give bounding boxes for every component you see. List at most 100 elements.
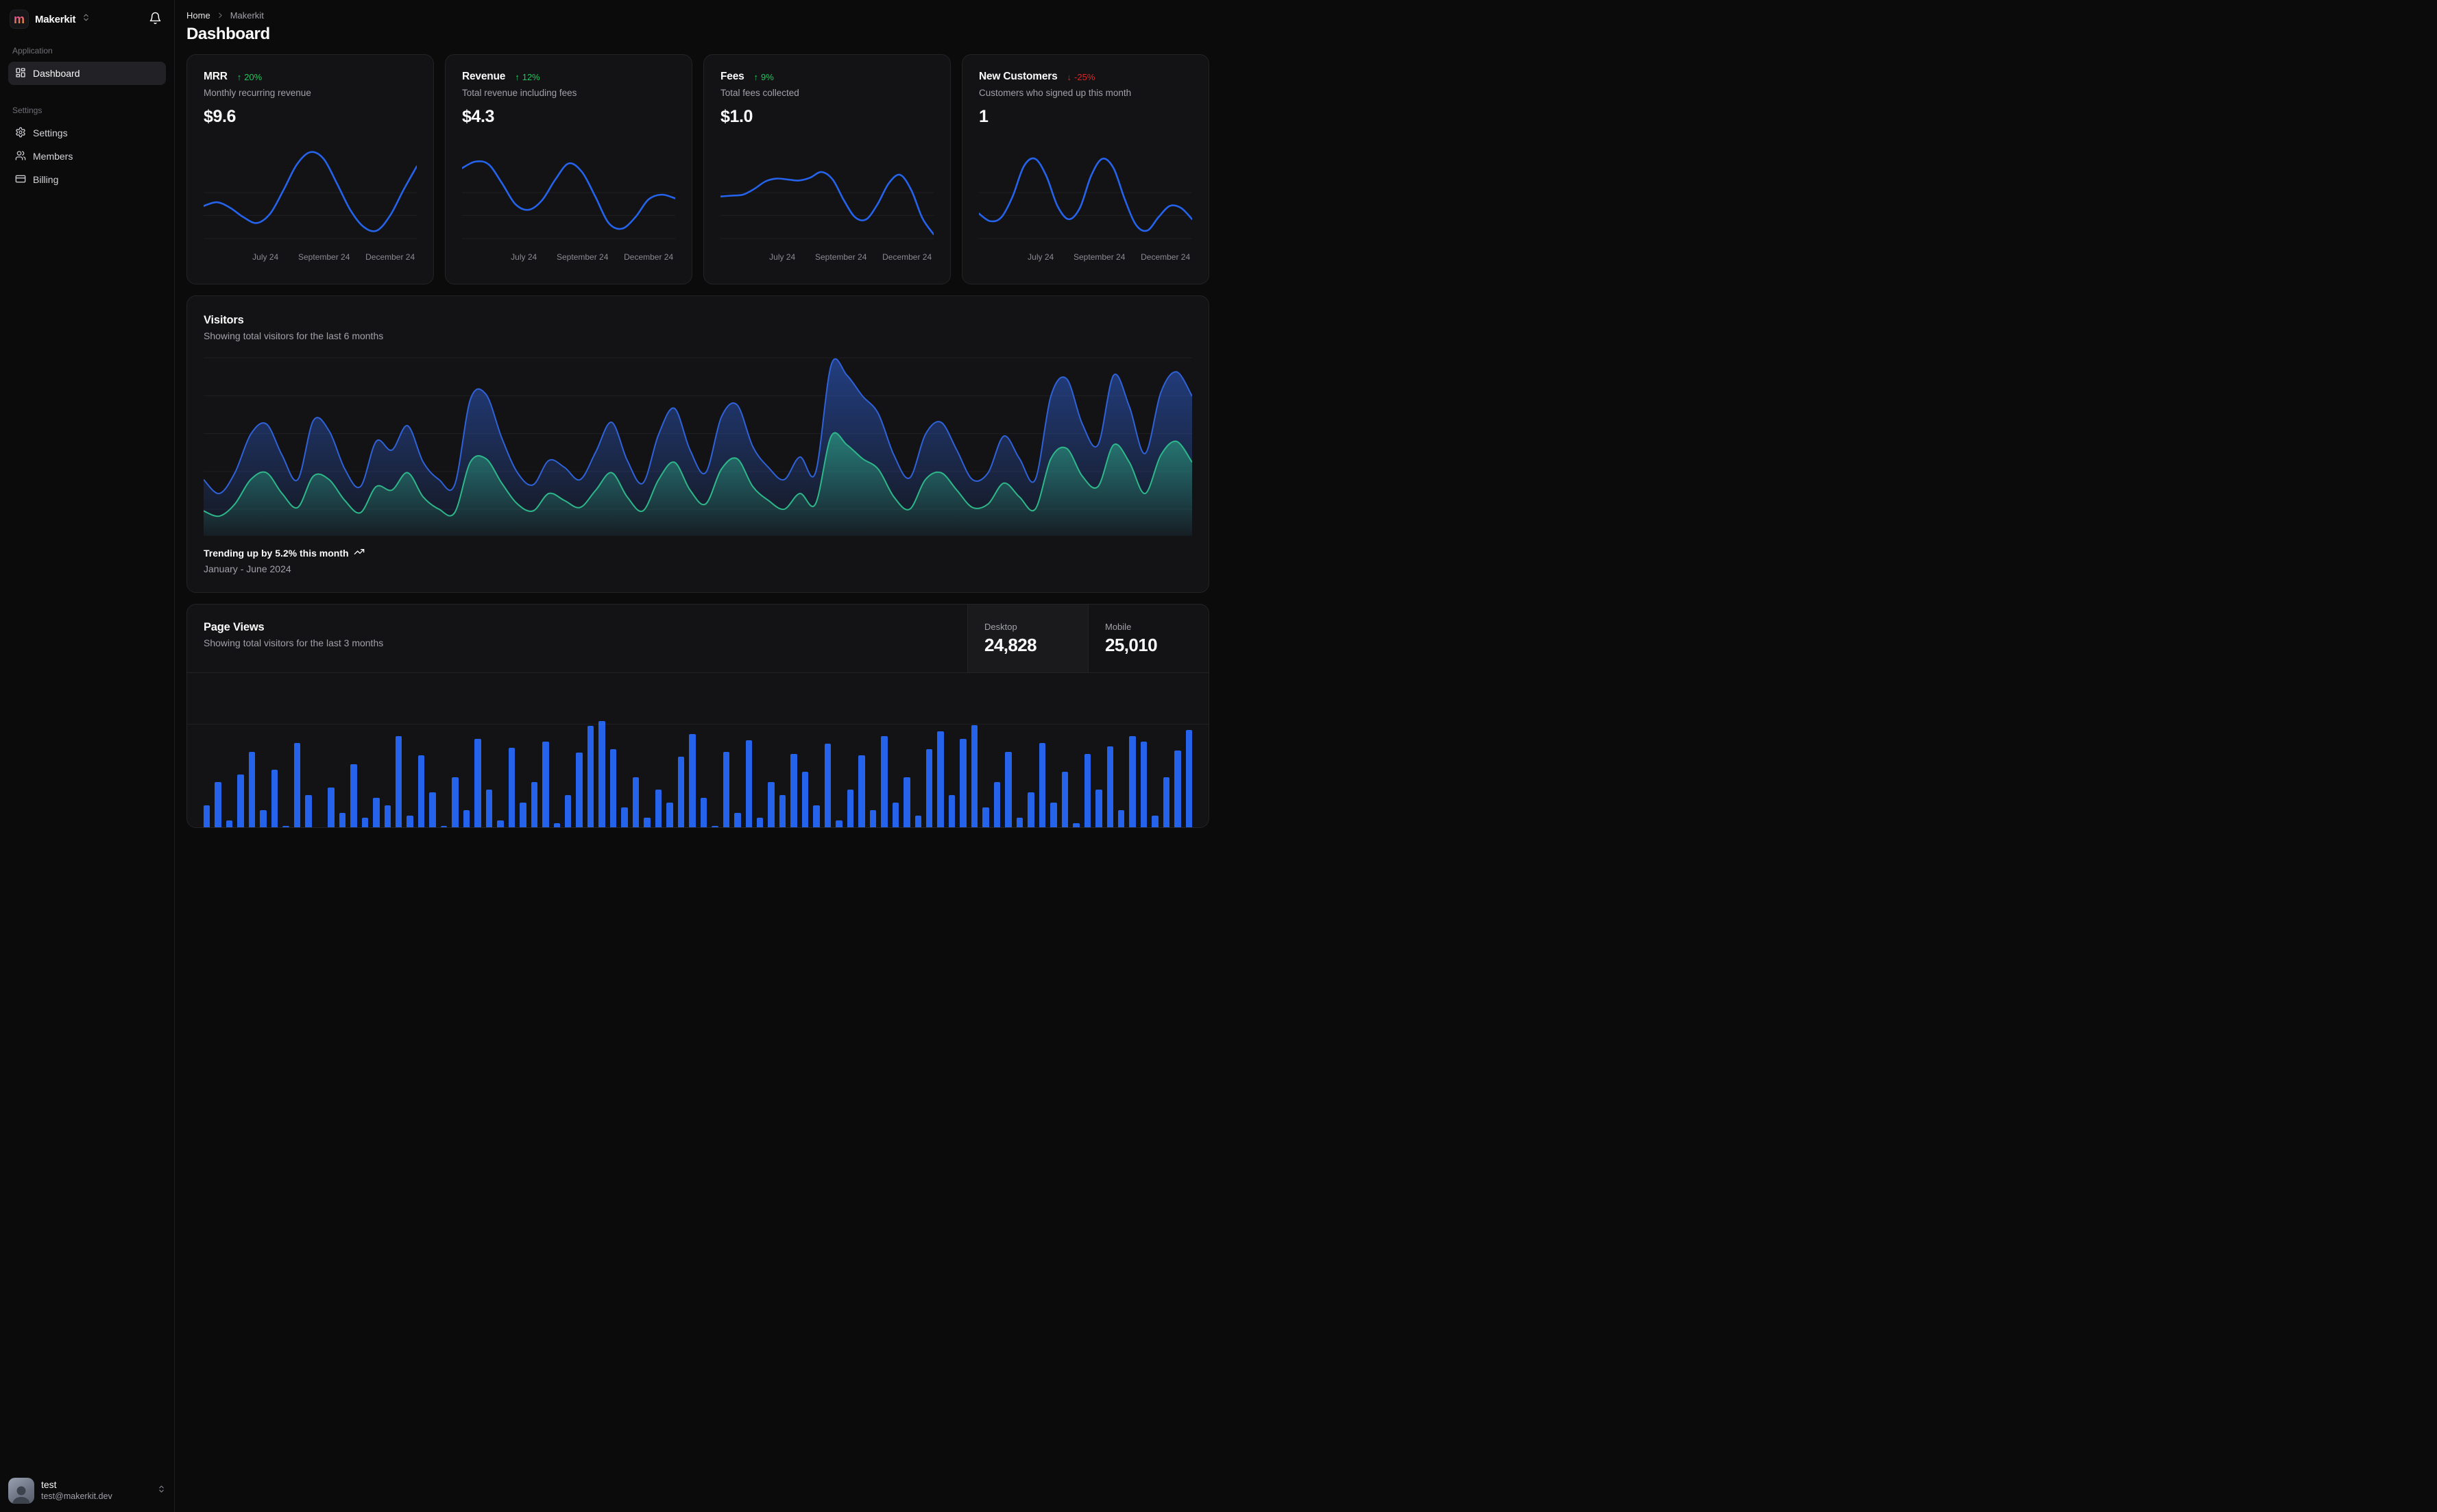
bar[interactable] bbox=[790, 754, 797, 828]
bar[interactable] bbox=[915, 816, 921, 828]
breadcrumb-home-link[interactable]: Home bbox=[186, 10, 210, 21]
bar[interactable] bbox=[429, 792, 435, 828]
tab-desktop[interactable]: Desktop 24,828 bbox=[967, 605, 1088, 672]
bar[interactable] bbox=[587, 726, 594, 828]
bar[interactable] bbox=[1017, 818, 1023, 828]
bar[interactable] bbox=[249, 752, 255, 828]
bar[interactable] bbox=[768, 782, 774, 828]
bar[interactable] bbox=[1084, 754, 1091, 828]
bar[interactable] bbox=[226, 820, 232, 828]
bar[interactable] bbox=[802, 772, 808, 828]
bar[interactable] bbox=[746, 740, 752, 828]
bar[interactable] bbox=[960, 739, 966, 828]
bar[interactable] bbox=[723, 752, 729, 828]
bar[interactable] bbox=[734, 813, 740, 828]
bar[interactable] bbox=[971, 725, 978, 828]
fees-sparkline-chart[interactable] bbox=[720, 143, 934, 247]
bar[interactable] bbox=[520, 803, 526, 828]
new-customers-sparkline-chart[interactable] bbox=[979, 143, 1192, 247]
bar[interactable] bbox=[463, 810, 470, 828]
mrr-sparkline-chart[interactable] bbox=[204, 143, 417, 247]
bar[interactable] bbox=[1005, 752, 1011, 828]
bar[interactable] bbox=[305, 795, 311, 828]
bar[interactable] bbox=[666, 803, 672, 828]
bar[interactable] bbox=[1095, 790, 1102, 828]
bar[interactable] bbox=[825, 744, 831, 828]
bar[interactable] bbox=[881, 736, 887, 828]
bar[interactable] bbox=[689, 734, 695, 828]
sidebar-item-members[interactable]: Members bbox=[8, 145, 166, 168]
bar[interactable] bbox=[1073, 823, 1079, 828]
bar[interactable] bbox=[1152, 816, 1158, 828]
bar[interactable] bbox=[565, 795, 571, 828]
bar[interactable] bbox=[339, 813, 345, 828]
bar[interactable] bbox=[678, 757, 684, 828]
bar[interactable] bbox=[836, 820, 842, 828]
bar[interactable] bbox=[949, 795, 955, 828]
bar[interactable] bbox=[474, 739, 481, 828]
bar[interactable] bbox=[893, 803, 899, 828]
bar[interactable] bbox=[396, 736, 402, 828]
bar[interactable] bbox=[362, 818, 368, 828]
bar[interactable] bbox=[982, 807, 989, 828]
bar[interactable] bbox=[1039, 743, 1045, 828]
user-menu[interactable]: test test@makerkit.dev bbox=[0, 1471, 174, 1512]
bar[interactable] bbox=[294, 743, 300, 828]
bar[interactable] bbox=[385, 805, 391, 828]
bar[interactable] bbox=[1050, 803, 1056, 828]
bar[interactable] bbox=[542, 742, 548, 828]
bar[interactable] bbox=[598, 721, 605, 828]
bar[interactable] bbox=[497, 820, 503, 828]
bar[interactable] bbox=[926, 749, 932, 828]
bar[interactable] bbox=[350, 764, 356, 828]
bar[interactable] bbox=[204, 805, 210, 828]
bar[interactable] bbox=[847, 790, 853, 828]
bar[interactable] bbox=[757, 818, 763, 828]
bar[interactable] bbox=[621, 807, 627, 828]
sidebar-item-billing[interactable]: Billing bbox=[8, 168, 166, 191]
bar[interactable] bbox=[1062, 772, 1068, 828]
bar[interactable] bbox=[531, 782, 537, 828]
bar[interactable] bbox=[215, 782, 221, 828]
sidebar-item-dashboard[interactable]: Dashboard bbox=[8, 62, 166, 85]
bar[interactable] bbox=[237, 775, 243, 828]
bar[interactable] bbox=[509, 748, 515, 828]
page-views-bar-chart[interactable] bbox=[187, 673, 1209, 827]
bar[interactable] bbox=[994, 782, 1000, 828]
notifications-bell-button[interactable] bbox=[146, 9, 165, 29]
bar[interactable] bbox=[1141, 742, 1147, 828]
bar[interactable] bbox=[576, 753, 582, 828]
bar[interactable] bbox=[486, 790, 492, 828]
bar[interactable] bbox=[1118, 810, 1124, 828]
bar[interactable] bbox=[1107, 746, 1113, 828]
bar[interactable] bbox=[441, 826, 447, 828]
visitors-area-chart[interactable] bbox=[204, 354, 1192, 536]
bar[interactable] bbox=[554, 823, 560, 828]
bar[interactable] bbox=[1186, 730, 1192, 828]
sidebar-item-settings[interactable]: Settings bbox=[8, 121, 166, 145]
bar[interactable] bbox=[904, 777, 910, 828]
bar[interactable] bbox=[813, 805, 819, 828]
bar[interactable] bbox=[937, 731, 943, 828]
bar[interactable] bbox=[452, 777, 458, 828]
bar[interactable] bbox=[373, 798, 379, 828]
bar[interactable] bbox=[779, 795, 786, 828]
bar[interactable] bbox=[633, 777, 639, 828]
bar[interactable] bbox=[870, 810, 876, 828]
bar[interactable] bbox=[1129, 736, 1135, 828]
bar[interactable] bbox=[1174, 751, 1180, 828]
bar[interactable] bbox=[1028, 792, 1034, 828]
bar[interactable] bbox=[271, 770, 278, 828]
bar[interactable] bbox=[407, 816, 413, 828]
bar[interactable] bbox=[418, 755, 424, 828]
bar[interactable] bbox=[260, 810, 266, 828]
bar[interactable] bbox=[328, 788, 334, 828]
bar[interactable] bbox=[655, 790, 662, 828]
tab-mobile[interactable]: Mobile 25,010 bbox=[1088, 605, 1209, 672]
team-switcher[interactable]: m Makerkit bbox=[10, 10, 90, 29]
bar[interactable] bbox=[610, 749, 616, 828]
revenue-sparkline-chart[interactable] bbox=[462, 143, 675, 247]
bar[interactable] bbox=[701, 798, 707, 828]
bar[interactable] bbox=[644, 818, 650, 828]
bar[interactable] bbox=[712, 826, 718, 828]
